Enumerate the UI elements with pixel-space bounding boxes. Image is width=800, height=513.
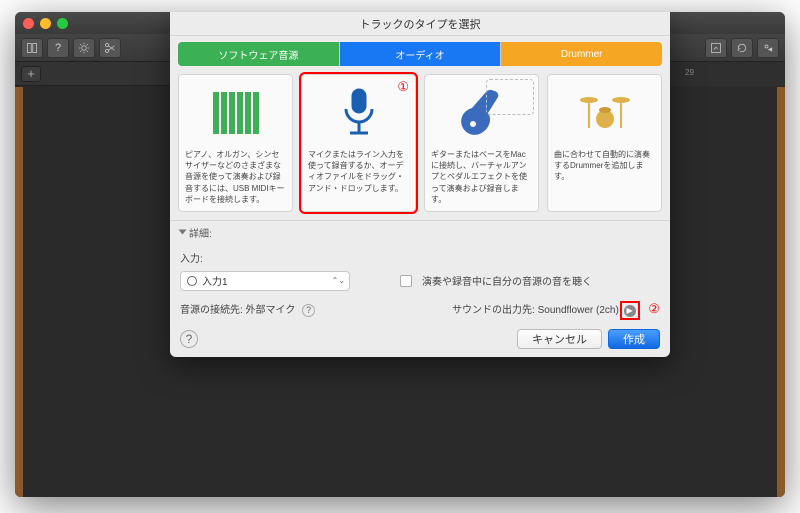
add-track-button[interactable]: + [21, 66, 41, 82]
input-label: 入力: [180, 250, 203, 265]
amp-icon [486, 79, 534, 115]
loops-button[interactable] [731, 38, 753, 58]
media-button[interactable] [757, 38, 779, 58]
cancel-button[interactable]: キャンセル [517, 329, 602, 349]
dialog-title: トラックのタイプを選択 [170, 12, 670, 36]
card-audio-guitar[interactable]: ギターまたはベースをMacに接続し、バーチャルアンプとペダルエフェクトを使って演… [424, 74, 539, 212]
annotation-2: ② [648, 301, 660, 316]
card-audio-mic[interactable]: ① マイクまたはライン入力を使って録音するか、オーディオファイルをドラッグ・アン… [301, 74, 416, 212]
microphone-icon [331, 85, 387, 141]
help-toolbar-button[interactable]: ? [47, 38, 69, 58]
details-toggle[interactable]: 詳細: [170, 220, 670, 244]
monitoring-label: 演奏や録音中に自分の音源の音を聴く [422, 273, 592, 288]
arrow-right-icon[interactable]: ▶ [624, 305, 636, 317]
tab-drummer[interactable]: Drummer [501, 42, 662, 66]
tab-software-instrument[interactable]: ソフトウェア音源 [178, 42, 340, 66]
create-button[interactable]: 作成 [608, 329, 660, 349]
drum-kit-icon [577, 85, 633, 141]
dialog-help-button[interactable]: ? [180, 330, 198, 348]
input-select[interactable]: 入力1 ⌃⌄ [180, 271, 350, 291]
right-curtain [777, 87, 785, 497]
left-curtain [15, 87, 23, 497]
input-status-icon [187, 276, 197, 286]
settings-icon[interactable] [73, 38, 95, 58]
app-window: 名称未設定 - トラック ? + 15 17 19 21 23 25 27 [15, 12, 785, 497]
output-arrow-highlight: ▶ [622, 303, 638, 318]
piano-icon [208, 85, 264, 141]
audio-source-label: 音源の接続先: 外部マイク ? [180, 301, 315, 317]
new-track-dialog: トラックのタイプを選択 ソフトウェア音源 オーディオ Drummer ピアノ、オ… [170, 12, 670, 357]
track-type-tabs: ソフトウェア音源 オーディオ Drummer [178, 42, 662, 66]
annotation-1: ① [397, 79, 409, 95]
library-button[interactable] [21, 38, 43, 58]
scissors-icon[interactable] [99, 38, 121, 58]
card-software-instrument[interactable]: ピアノ、オルガン、シンセサイザーなどのさまざまな音源を使って演奏および録音するに… [178, 74, 293, 212]
note-editor-button[interactable] [705, 38, 727, 58]
audio-output-label: サウンドの出力先: Soundflower (2ch) ▶ ② [452, 301, 660, 317]
tab-audio[interactable]: オーディオ [340, 42, 502, 66]
chevron-down-icon [179, 230, 187, 235]
help-icon[interactable]: ? [302, 304, 315, 317]
monitoring-checkbox[interactable] [400, 275, 412, 287]
card-drummer[interactable]: 曲に合わせて自動的に演奏するDrummerを追加します。 [547, 74, 662, 212]
chevron-down-icon: ⌃⌄ [332, 276, 345, 285]
